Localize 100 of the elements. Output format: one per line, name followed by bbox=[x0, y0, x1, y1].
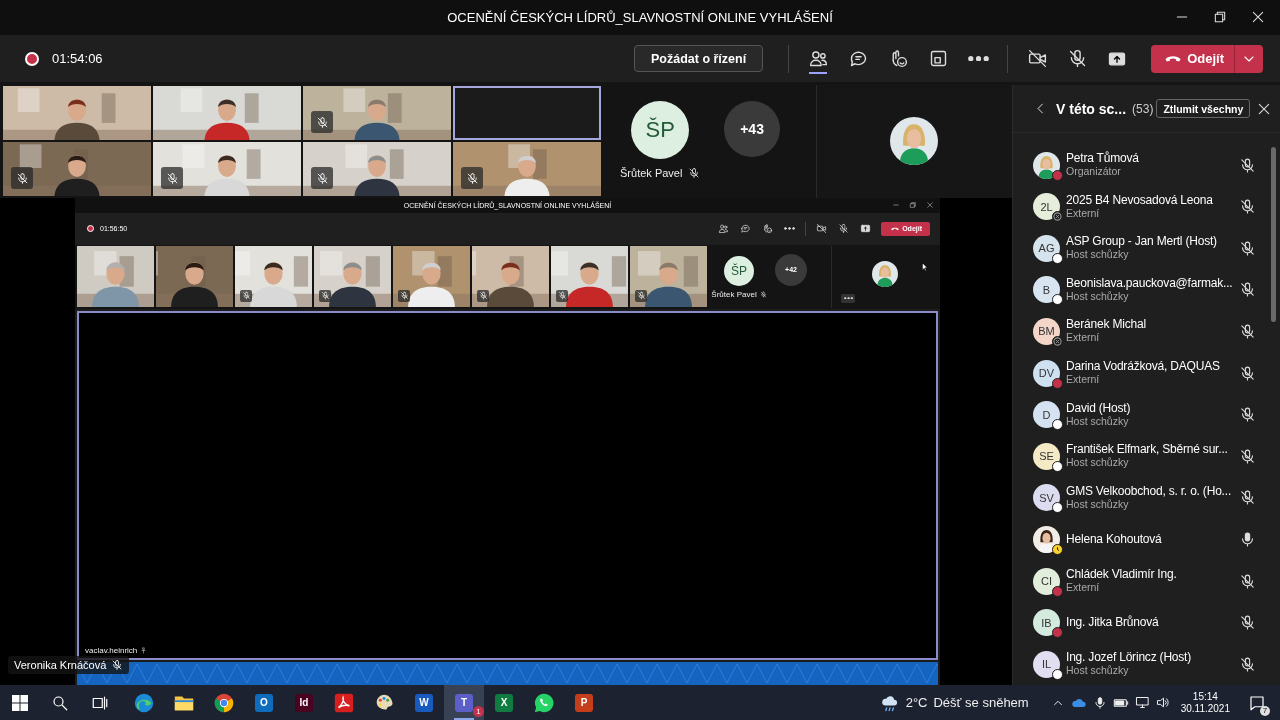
windows-start-icon[interactable] bbox=[12, 694, 28, 711]
minimize-icon bbox=[892, 201, 900, 209]
more-icon bbox=[967, 55, 989, 62]
taskbar-button[interactable]: X bbox=[484, 685, 524, 720]
app-icon[interactable]: Id bbox=[295, 693, 313, 712]
participant-name[interactable]: Beránek Michal bbox=[1066, 318, 1235, 332]
app-icon[interactable]: O bbox=[255, 693, 273, 712]
more-icon bbox=[784, 227, 796, 231]
participant-avatar: IL bbox=[1033, 650, 1060, 678]
mic-icon[interactable] bbox=[1092, 695, 1107, 710]
participant-role: Externí bbox=[1066, 331, 1101, 345]
notification-badge: 1 bbox=[473, 706, 484, 717]
participant-count: (53) bbox=[1132, 101, 1154, 116]
phone-icon bbox=[891, 227, 900, 231]
taskbar-button[interactable]: P bbox=[564, 685, 604, 720]
camera-off-icon bbox=[1026, 48, 1048, 69]
participant-role: Host schůzky bbox=[1066, 248, 1130, 262]
share-icon bbox=[860, 223, 872, 235]
document-icon[interactable] bbox=[333, 691, 355, 714]
participant-role: Organizátor bbox=[1066, 165, 1122, 179]
search-icon[interactable] bbox=[51, 693, 69, 712]
speaker-name: Veronika Krnáčová bbox=[14, 659, 107, 671]
more-participants-button[interactable]: +43 bbox=[724, 101, 780, 157]
participant-role: Host schůzky bbox=[1066, 289, 1129, 303]
presenter-name: vaclav.heinrich bbox=[85, 646, 138, 655]
participant-name: Šrůtek Pavel bbox=[711, 289, 757, 299]
temperature[interactable]: 2°C bbox=[905, 695, 928, 710]
participant-role: Externí bbox=[1066, 206, 1101, 220]
people-icon bbox=[718, 223, 730, 235]
taskbar-button[interactable]: Id bbox=[284, 685, 324, 720]
reactions-icon bbox=[762, 223, 774, 235]
browser-icon[interactable] bbox=[213, 691, 235, 714]
notification-badge: 7 bbox=[1260, 705, 1270, 716]
phone-icon bbox=[1165, 54, 1182, 63]
pointer-icon bbox=[920, 261, 930, 272]
participant-name[interactable]: Helena Kohoutová bbox=[1066, 532, 1235, 546]
taskbar-button[interactable]: O bbox=[244, 685, 284, 720]
notifications-icon[interactable] bbox=[1248, 693, 1266, 712]
app-icon[interactable]: P bbox=[575, 693, 593, 712]
participant-name[interactable]: ASP Group - Jan Mertl (Host) bbox=[1066, 235, 1235, 249]
mic-icon[interactable] bbox=[1239, 530, 1256, 548]
participant-role: Host schůzky bbox=[1066, 497, 1130, 511]
mic-off-icon[interactable] bbox=[1239, 198, 1256, 216]
network-icon[interactable] bbox=[1134, 695, 1150, 710]
volume-icon[interactable] bbox=[1155, 695, 1171, 710]
camera-off-icon bbox=[816, 223, 828, 235]
participant-avatar: B bbox=[1033, 276, 1060, 304]
app-icon[interactable]: T bbox=[455, 693, 473, 712]
participant-role: Host schůzky bbox=[1066, 414, 1129, 428]
people-icon bbox=[807, 48, 829, 69]
mic-off-icon[interactable] bbox=[1239, 156, 1256, 174]
close-icon[interactable] bbox=[1250, 9, 1266, 25]
weather-text[interactable]: Déšť se sněhem bbox=[933, 695, 1029, 710]
clock-date[interactable]: 30.11.2021 bbox=[1180, 702, 1230, 715]
participant-avatar: CI bbox=[1033, 567, 1060, 595]
participant-name[interactable]: David (Host) bbox=[1066, 401, 1235, 415]
mic-off-icon[interactable] bbox=[1239, 572, 1256, 590]
participant-name[interactable]: GMS Velkoobchod, s. r. o. (Ho... bbox=[1066, 484, 1235, 498]
mic-off-icon[interactable] bbox=[1239, 406, 1256, 424]
participant-name[interactable]: Ing. Jitka Brůnová bbox=[1066, 616, 1235, 630]
chat-app-icon[interactable] bbox=[533, 691, 555, 714]
mic-off-icon[interactable] bbox=[1239, 239, 1256, 257]
app-icon[interactable]: W bbox=[415, 693, 433, 712]
participant-avatar: SV bbox=[1033, 484, 1060, 512]
mic-off-icon[interactable] bbox=[1239, 489, 1256, 507]
maximize-icon bbox=[909, 201, 917, 209]
mic-off-icon[interactable] bbox=[1239, 364, 1256, 382]
task-view-icon[interactable] bbox=[91, 693, 109, 712]
participant-name[interactable]: Ing. Jozef Lörincz (Host) bbox=[1066, 651, 1235, 665]
participant-name[interactable]: František Elfmark, Sběrné sur... bbox=[1066, 443, 1235, 457]
mic-off-icon[interactable] bbox=[1239, 281, 1256, 299]
taskbar-button[interactable]: T 1 bbox=[444, 685, 484, 720]
participant-name[interactable]: Petra Tůmová bbox=[1066, 152, 1235, 166]
browser-icon[interactable] bbox=[133, 691, 155, 714]
request-control-button[interactable]: Požádat o řízení bbox=[634, 45, 764, 72]
participant-role: Host schůzky bbox=[1066, 456, 1130, 470]
mute-all-button[interactable]: Ztlumit všechny bbox=[1156, 99, 1251, 119]
mic-off-icon[interactable] bbox=[1239, 614, 1256, 632]
participant-avatar: AG bbox=[1033, 234, 1060, 262]
taskbar-button[interactable]: W bbox=[404, 685, 444, 720]
participant-role: Externí bbox=[1066, 373, 1101, 387]
meeting-timer: 01:54:06 bbox=[52, 51, 103, 66]
participant-avatar: ŠP bbox=[724, 255, 754, 286]
window-title: OCENĚNÍ ČESKÝCH LÍDRŮ_SLAVNOSTNÍ ONLINE VYHLÁŠENÍ bbox=[447, 10, 833, 25]
participant-name[interactable]: Beonislava.pauckova@farmak... bbox=[1066, 276, 1235, 290]
app-icon[interactable]: X bbox=[495, 693, 513, 712]
panel-title: V této sc... bbox=[1056, 100, 1127, 117]
clock-time[interactable]: 15:14 bbox=[1192, 690, 1218, 703]
participant-avatar: SE bbox=[1033, 442, 1060, 470]
maximize-icon[interactable] bbox=[1212, 9, 1228, 25]
mic-off-icon[interactable] bbox=[1239, 447, 1256, 465]
participant-name[interactable]: 2025 B4 Nevosadová Leona bbox=[1066, 193, 1235, 207]
participant-avatar: 2L bbox=[1033, 193, 1060, 221]
participant-name[interactable]: Chládek Vladimír Ing. bbox=[1066, 568, 1235, 581]
participant-name[interactable]: Darina Vodrážková, DAQUAS bbox=[1066, 360, 1235, 374]
participant-avatar: BM bbox=[1033, 317, 1060, 345]
mic-off-icon[interactable] bbox=[1239, 655, 1256, 673]
mic-off-icon[interactable] bbox=[1239, 322, 1256, 340]
scrollbar[interactable] bbox=[1271, 147, 1276, 322]
participant-role: Host schůzky bbox=[1066, 664, 1130, 678]
